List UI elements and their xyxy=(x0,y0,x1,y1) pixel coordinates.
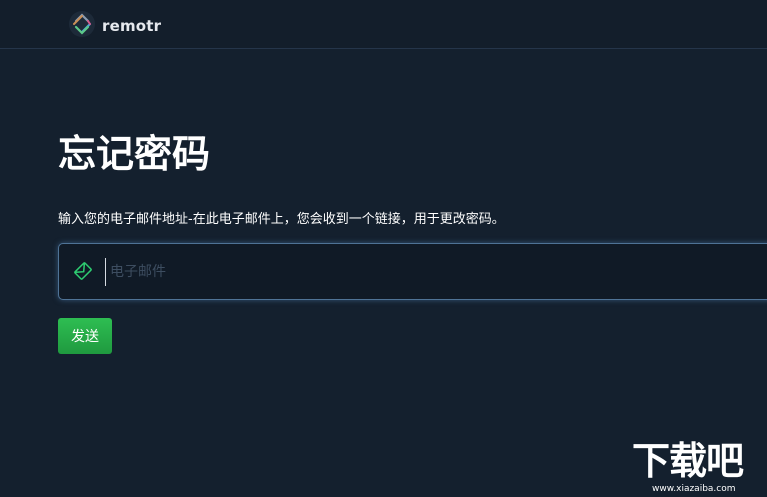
email-input[interactable] xyxy=(105,258,745,286)
site-watermark: 下载吧 www.xiazaiba.com xyxy=(628,438,767,497)
brand-logo[interactable]: remotr xyxy=(68,10,161,42)
watermark-url: www.xiazaiba.com xyxy=(652,484,736,494)
page-title: 忘记密码 xyxy=(58,132,211,176)
watermark-logo: 下载吧 xyxy=(632,439,744,483)
envelope-icon xyxy=(73,261,93,281)
send-button[interactable]: 发送 xyxy=(58,318,112,354)
page-description: 输入您的电子邮件地址-在此电子邮件上，您会收到一个链接，用于更改密码。 xyxy=(58,212,505,227)
app-window: remotr 忘记密码 输入您的电子邮件地址-在此电子邮件上，您会收到一个链接，… xyxy=(0,0,767,497)
logo-text: remotr xyxy=(102,17,162,35)
top-bar: remotr xyxy=(0,0,767,49)
logo-icon xyxy=(68,10,96,42)
email-field-container[interactable] xyxy=(58,243,767,300)
